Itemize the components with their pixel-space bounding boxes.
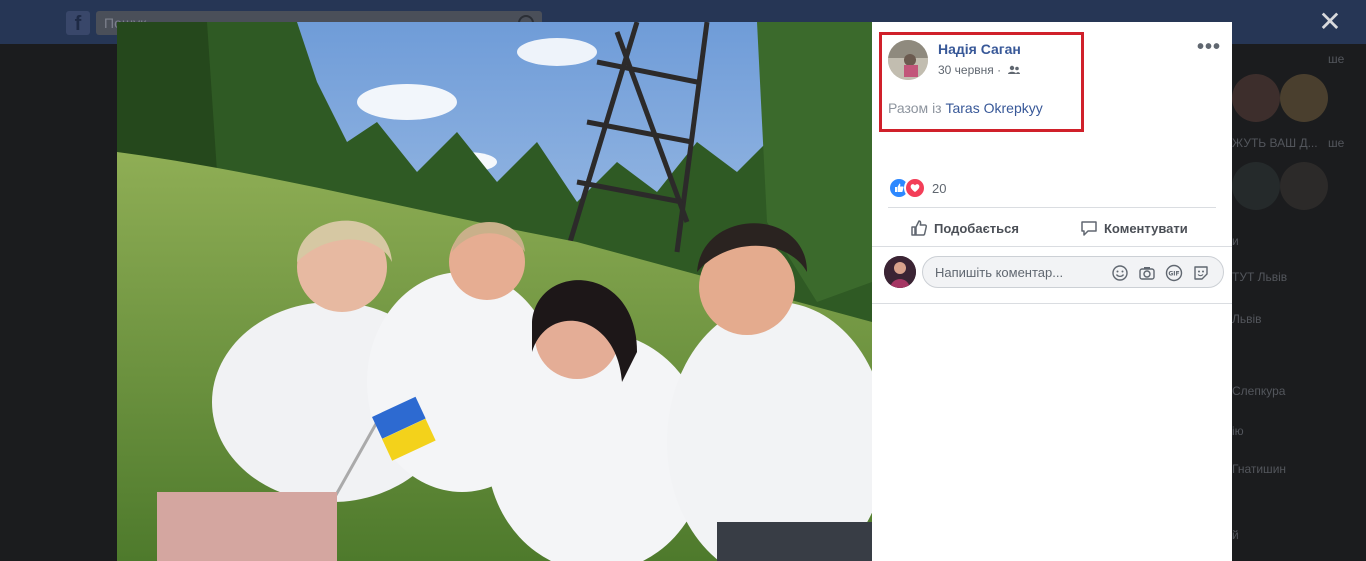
close-icon: ✕ xyxy=(1318,6,1342,37)
sticker-icon[interactable] xyxy=(1192,264,1210,282)
underlay-text: ію xyxy=(1232,424,1244,438)
comment-button[interactable]: Коментувати xyxy=(1080,212,1188,244)
current-user-avatar-image xyxy=(884,256,916,288)
emoji-icon[interactable] xyxy=(1111,264,1129,282)
thumbs-up-icon xyxy=(911,220,928,236)
facebook-logo-icon[interactable]: f xyxy=(66,11,90,35)
avatar xyxy=(1232,74,1280,122)
divider xyxy=(872,303,1232,304)
divider xyxy=(888,207,1216,208)
comment-button-label: Коментувати xyxy=(1104,220,1188,236)
gif-icon[interactable]: GIF xyxy=(1165,264,1183,282)
like-button-label: Подобається xyxy=(934,220,1019,236)
post-photo[interactable] xyxy=(117,22,872,561)
underlay-text: й xyxy=(1232,528,1239,542)
divider xyxy=(872,246,1232,247)
svg-text:GIF: GIF xyxy=(1168,271,1179,278)
camera-icon[interactable] xyxy=(1138,264,1156,282)
post-details-panel: Надія Саган 30 червня · ••• Разом із Tar… xyxy=(872,22,1232,561)
underlay-text: ше xyxy=(1328,136,1345,150)
underlay-text: Львів xyxy=(1232,312,1262,326)
underlay-text: Слепкура xyxy=(1232,384,1286,398)
underlay-text: ше xyxy=(1328,52,1345,66)
underlay-text: ЖУТЬ ВАШ Д... xyxy=(1232,136,1318,150)
like-button[interactable]: Подобається xyxy=(910,212,1019,244)
underlay-text: ТУТ Львів xyxy=(1232,270,1288,284)
comment-placeholder: Напишіть коментар... xyxy=(935,265,1064,280)
reactions-summary[interactable]: 20 xyxy=(888,177,947,199)
annotation-highlight-box xyxy=(879,32,1084,132)
more-icon: ••• xyxy=(1197,36,1222,58)
group-photo-image xyxy=(117,22,872,561)
more-options-button[interactable]: ••• xyxy=(1197,36,1221,60)
underlay-right-column: ше ЖУТЬ ВАШ Д... ше и ТУТ Львів Львів Сл… xyxy=(1232,44,1366,561)
comment-composer: Напишіть коментар... GIF xyxy=(884,256,1224,292)
avatar xyxy=(1232,162,1280,210)
comment-bubble-icon xyxy=(1081,221,1097,236)
comment-input[interactable]: Напишіть коментар... GIF xyxy=(922,256,1224,288)
avatar xyxy=(1280,74,1328,122)
avatar xyxy=(1280,162,1328,210)
close-lightbox-button[interactable]: ✕ xyxy=(1318,8,1342,36)
underlay-text: Гнатишин xyxy=(1232,462,1287,476)
love-reaction-icon xyxy=(904,177,926,199)
current-user-avatar[interactable] xyxy=(884,256,916,288)
underlay-text: и xyxy=(1232,234,1239,248)
reaction-count: 20 xyxy=(932,180,947,196)
